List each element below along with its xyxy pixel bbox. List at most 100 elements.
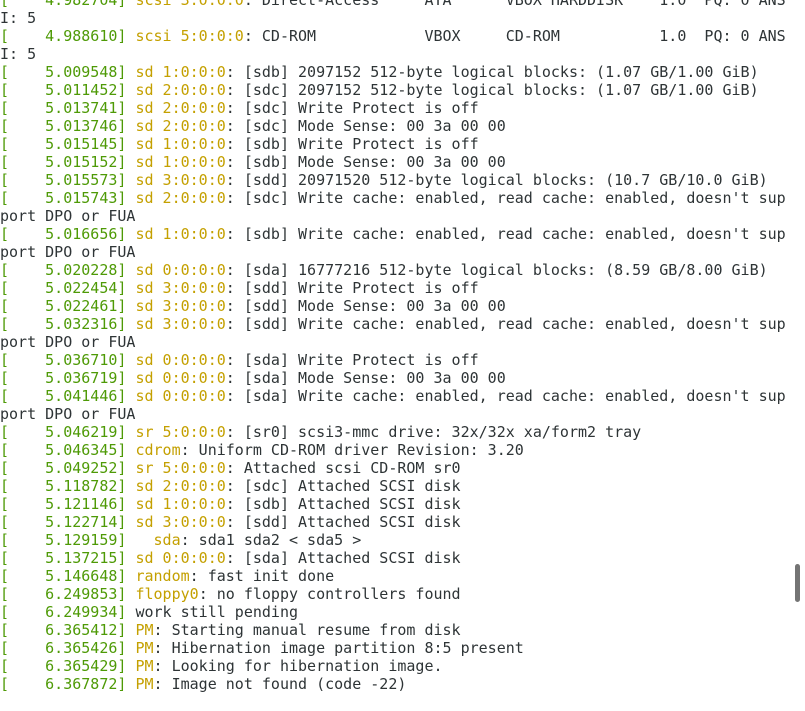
log-timestamp: [ 6.249934] [0,603,127,621]
log-line: port DPO or FUA [0,333,786,351]
log-line: [ 5.015152] sd 1:0:0:0: [sdb] Mode Sense… [0,153,786,171]
log-subsystem: floppy0 [135,585,199,603]
log-message: : [sdc] Mode Sense: 00 3a 00 00 [225,117,506,135]
log-message: : [sdd] 20971520 512-byte logical blocks… [225,171,768,189]
log-subsystem: sr 5:0:0:0 [135,459,226,477]
log-message: : [sdc] 2097152 512-byte logical blocks:… [225,81,759,99]
log-subsystem: scsi 5:0:0:0 [135,27,244,45]
log-subsystem: random [135,567,190,585]
log-line: [ 5.129159] sda: sda1 sda2 < sda5 > [0,531,786,549]
terminal-output[interactable]: [ 4.982704] scsi 3:0:0:0: Direct-Access … [0,0,786,711]
log-timestamp: [ 5.009548] [0,63,127,81]
log-message: I: 5 [0,45,37,63]
log-message: port DPO or FUA [0,405,136,423]
log-timestamp: [ 5.137215] [0,549,127,567]
log-subsystem: sd 0:0:0:0 [135,549,226,567]
log-subsystem: sda [135,531,181,549]
log-subsystem: sd 1:0:0:0 [135,495,226,513]
log-line: [ 6.249934] work still pending [0,603,786,621]
log-subsystem: PM [135,639,154,657]
log-line: [ 4.982704] scsi 3:0:0:0: Direct-Access … [0,0,786,9]
log-message: I: 5 [0,9,37,27]
log-message: : Starting manual resume from disk [153,621,461,639]
log-message: : [sda] 16777216 512-byte logical blocks… [225,261,768,279]
log-line: [ 5.122714] sd 3:0:0:0: [sdd] Attached S… [0,513,786,531]
log-timestamp: [ 6.365426] [0,639,127,657]
log-subsystem: sd 2:0:0:0 [135,117,226,135]
log-timestamp: [ 5.015145] [0,135,127,153]
log-line: [ 5.013741] sd 2:0:0:0: [sdc] Write Prot… [0,99,786,117]
log-timestamp: [ 4.982704] [0,0,127,9]
log-line: [ 5.032316] sd 3:0:0:0: [sdd] Write cach… [0,315,786,333]
log-subsystem: sd 3:0:0:0 [135,513,226,531]
log-message: : [sr0] scsi3-mmc drive: 32x/32x xa/form… [225,423,642,441]
vertical-scrollbar[interactable] [789,0,805,702]
log-subsystem: sd 1:0:0:0 [135,225,226,243]
log-subsystem: sd 1:0:0:0 [135,63,226,81]
log-message: : [sdb] 2097152 512-byte logical blocks:… [225,63,759,81]
scrollbar-thumb[interactable] [795,564,800,602]
log-timestamp: [ 5.013741] [0,99,127,117]
log-line: [ 5.009548] sd 1:0:0:0: [sdb] 2097152 51… [0,63,786,81]
log-timestamp: [ 5.036719] [0,369,127,387]
log-message: : Image not found (code -22) [153,675,407,693]
log-message: : CD-ROM VBOX CD-ROM 1.0 PQ: 0 ANS [243,27,786,45]
log-timestamp: [ 6.365412] [0,621,127,639]
log-timestamp: [ 5.041446] [0,387,127,405]
log-message: : [sda] Write Protect is off [225,351,479,369]
log-message: : [sdc] Write Protect is off [225,99,479,117]
log-line: I: 5 [0,45,786,63]
log-timestamp: [ 5.129159] [0,531,127,549]
log-message: : [sdd] Mode Sense: 00 3a 00 00 [225,297,506,315]
log-line: [ 5.137215] sd 0:0:0:0: [sda] Attached S… [0,549,786,567]
log-line: [ 6.365426] PM: Hibernation image partit… [0,639,786,657]
log-line: port DPO or FUA [0,207,786,225]
log-message: : [sdb] Attached SCSI disk [225,495,461,513]
log-timestamp: [ 5.015573] [0,171,127,189]
log-timestamp: [ 5.020228] [0,261,127,279]
log-message: : [sda] Attached SCSI disk [225,549,461,567]
log-line: port DPO or FUA [0,243,786,261]
log-subsystem: sd 2:0:0:0 [135,81,226,99]
log-message: : [sda] Write cache: enabled, read cache… [225,387,786,405]
log-message: : Direct-Access ATA VBOX HARDDISK 1.0 PQ… [243,0,786,9]
log-line: [ 5.046345] cdrom: Uniform CD-ROM driver… [0,441,786,459]
log-line: [ 5.022454] sd 3:0:0:0: [sdd] Write Prot… [0,279,786,297]
log-subsystem: sd 0:0:0:0 [135,387,226,405]
log-timestamp: [ 5.013746] [0,117,127,135]
log-message: : sda1 sda2 < sda5 > [180,531,362,549]
log-timestamp: [ 5.022461] [0,297,127,315]
log-line: [ 5.121146] sd 1:0:0:0: [sdb] Attached S… [0,495,786,513]
log-message: : [sdb] Mode Sense: 00 3a 00 00 [225,153,506,171]
log-subsystem: sd 1:0:0:0 [135,135,226,153]
log-line: [ 5.022461] sd 3:0:0:0: [sdd] Mode Sense… [0,297,786,315]
log-line: [ 6.365412] PM: Starting manual resume f… [0,621,786,639]
log-subsystem: scsi 3:0:0:0 [135,0,244,9]
log-timestamp: [ 5.049252] [0,459,127,477]
log-line: [ 5.041446] sd 0:0:0:0: [sda] Write cach… [0,387,786,405]
log-timestamp: [ 5.011452] [0,81,127,99]
log-subsystem: sd 3:0:0:0 [135,279,226,297]
log-message: : [sdc] Write cache: enabled, read cache… [225,189,786,207]
log-timestamp: [ 6.367872] [0,675,127,693]
log-line: [ 5.011452] sd 2:0:0:0: [sdc] 2097152 51… [0,81,786,99]
log-message: : [sdd] Write Protect is off [225,279,479,297]
log-subsystem: PM [135,657,154,675]
log-subsystem: sd 3:0:0:0 [135,171,226,189]
log-line: [ 6.367872] PM: Image not found (code -2… [0,675,786,693]
log-subsystem: sd 0:0:0:0 [135,369,226,387]
log-message: work still pending [135,603,299,621]
log-subsystem: sd 2:0:0:0 [135,189,226,207]
log-subsystem: sd 2:0:0:0 [135,477,226,495]
log-timestamp: [ 5.122714] [0,513,127,531]
log-timestamp: [ 5.121146] [0,495,127,513]
log-line: [ 5.020228] sd 0:0:0:0: [sda] 16777216 5… [0,261,786,279]
log-subsystem: sd 0:0:0:0 [135,261,226,279]
log-message: port DPO or FUA [0,207,136,225]
log-line: [ 5.118782] sd 2:0:0:0: [sdc] Attached S… [0,477,786,495]
log-timestamp: [ 5.146648] [0,567,127,585]
log-subsystem: sd 1:0:0:0 [135,153,226,171]
log-line: [ 5.015145] sd 1:0:0:0: [sdb] Write Prot… [0,135,786,153]
log-message: : [sdc] Attached SCSI disk [225,477,461,495]
log-line: [ 5.015743] sd 2:0:0:0: [sdc] Write cach… [0,189,786,207]
